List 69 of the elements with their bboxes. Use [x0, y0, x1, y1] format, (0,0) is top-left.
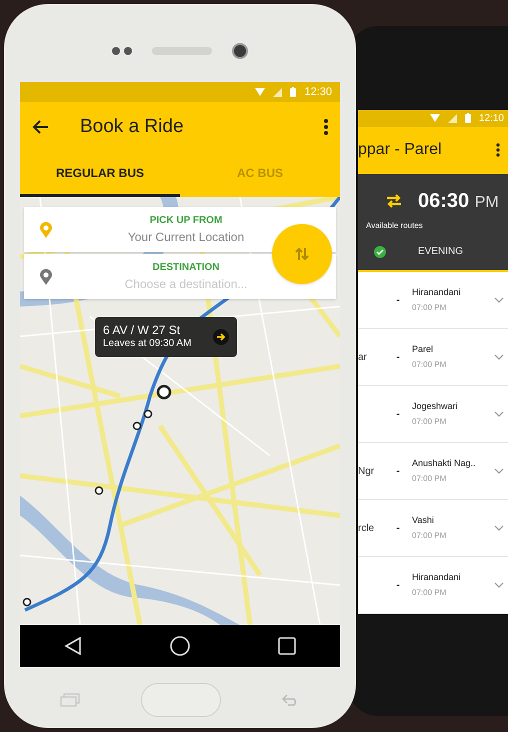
route-time: 07:00 PM — [412, 358, 448, 371]
route-dash: - — [395, 294, 401, 308]
route-destination: Hiranandani — [412, 571, 462, 584]
wifi-icon — [430, 114, 440, 122]
route-dash: - — [395, 522, 401, 536]
route-origin: rcle — [358, 522, 376, 536]
route-dash: - — [395, 464, 401, 478]
stop-callout[interactable]: 6 AV / W 27 St Leaves at 09:30 AM — [95, 317, 237, 357]
route-time: 07:00 PM — [412, 416, 448, 428]
route-dash: - — [395, 408, 401, 422]
route-row[interactable]: ar - Parel 07:00 PM — [358, 329, 508, 386]
sensor-dots-icon — [112, 47, 132, 55]
route-destination: Jogeshwari — [412, 400, 459, 414]
chevron-down-icon[interactable] — [494, 525, 504, 531]
route-row[interactable]: - Hiranandani 07:00 PM — [358, 272, 508, 329]
route-time: 07:00 PM — [412, 472, 448, 485]
pickup-value: Your Current Location — [128, 229, 244, 246]
route-origin: Ngr — [358, 464, 376, 478]
recents-square-icon[interactable] — [278, 637, 296, 655]
route-row[interactable]: - Jogeshwari 07:00 PM — [358, 386, 508, 443]
route-destination: Hiranandani — [412, 286, 462, 300]
route-time: 07:00 PM — [412, 302, 448, 314]
chevron-down-icon[interactable] — [494, 468, 504, 474]
route-destination: Parel — [412, 343, 434, 356]
bus-stop-icon[interactable] — [22, 598, 32, 606]
more-icon[interactable] — [496, 143, 500, 158]
route-row[interactable]: rcle - Vashi 07:00 PM — [358, 500, 508, 557]
location-pin-icon — [40, 268, 52, 284]
more-icon[interactable] — [324, 119, 328, 135]
route-origin: ar — [358, 350, 368, 364]
chevron-down-icon[interactable] — [494, 297, 504, 303]
route-dash: - — [395, 350, 401, 364]
chevron-down-icon[interactable] — [494, 354, 504, 360]
back-triangle-icon[interactable] — [64, 637, 82, 655]
arrow-right-icon — [213, 329, 229, 345]
chevron-down-icon[interactable] — [494, 582, 504, 588]
location-pin-icon — [40, 222, 52, 238]
chevron-down-icon[interactable] — [494, 411, 504, 417]
period-label: EVENING — [418, 245, 464, 260]
field-label: DESTINATION — [152, 261, 220, 275]
wifi-icon — [255, 88, 266, 96]
route-dash: - — [395, 578, 401, 592]
pickup-card[interactable]: PICK UP FROM Your Current Location — [24, 207, 336, 252]
bus-stop-icon[interactable] — [156, 384, 172, 400]
route-destination: Anushakti Nag.. — [412, 457, 477, 470]
route-time: 07:00 PM — [412, 586, 448, 599]
route-row[interactable]: - Hiranandani 07:00 PM — [358, 557, 508, 614]
route-time: 07:00 PM — [412, 530, 448, 542]
departure-time: Leaves at 09:30 AM — [103, 338, 192, 351]
route-destination: Vashi — [412, 514, 435, 528]
home-circle-icon[interactable] — [170, 636, 190, 656]
status-time: 12:30 — [304, 84, 332, 100]
stop-name: 6 AV / W 27 St — [103, 323, 182, 338]
signal-icon — [273, 88, 282, 96]
signal-icon — [448, 114, 457, 123]
status-time: 12:10 — [478, 112, 504, 126]
available-routes-label: Available routes — [366, 220, 424, 232]
bus-stop-icon[interactable] — [94, 486, 104, 495]
battery-icon — [464, 113, 471, 124]
camera-icon — [232, 43, 248, 59]
field-label: PICK UP FROM — [150, 214, 222, 228]
departure-clock: 06:30 PM — [418, 189, 499, 214]
screen-title: ppar - Parel — [358, 140, 443, 160]
swap-arrows-icon — [294, 246, 310, 262]
swap-arrows-icon — [386, 194, 402, 208]
route-row[interactable]: Ngr - Anushakti Nag.. 07:00 PM — [358, 443, 508, 500]
screen-title: Book a Ride — [80, 114, 185, 139]
battery-icon — [290, 87, 296, 97]
back-arrow-icon[interactable] — [32, 120, 48, 134]
